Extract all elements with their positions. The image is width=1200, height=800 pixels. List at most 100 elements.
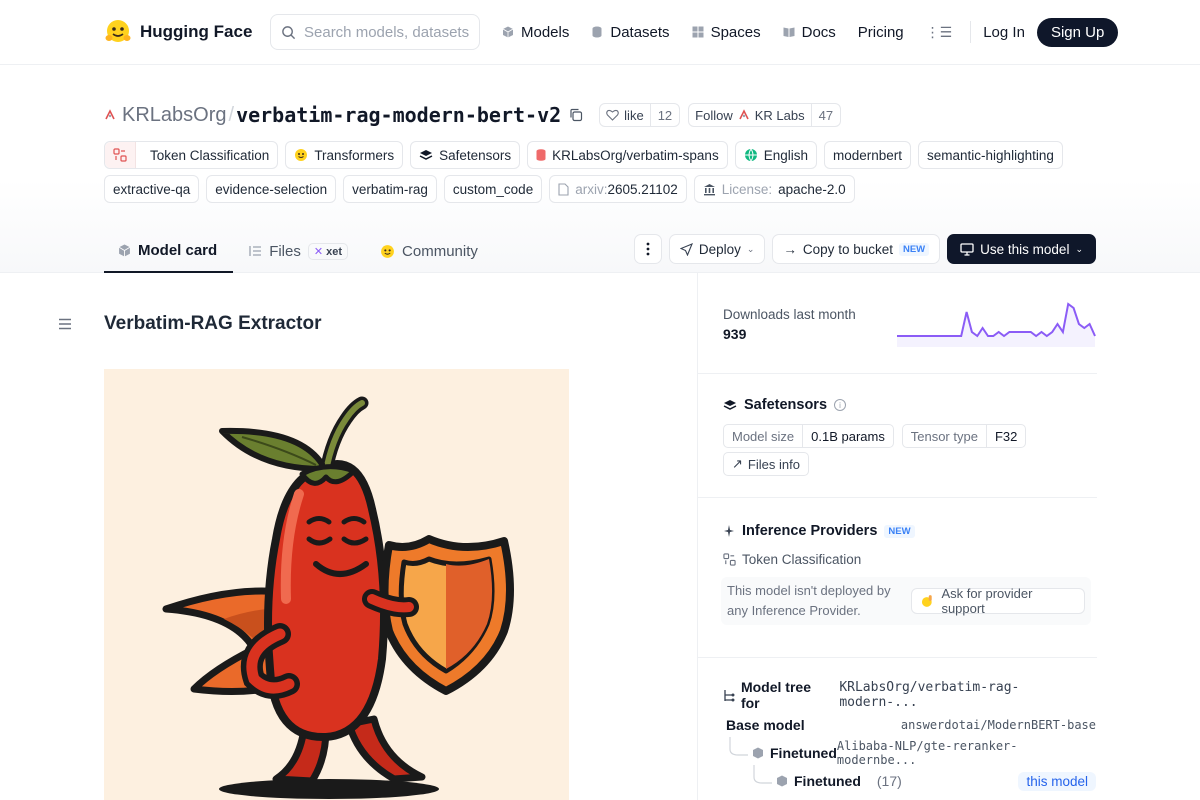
nav-docs[interactable]: Docs bbox=[783, 24, 836, 41]
org-avatar-icon bbox=[105, 109, 115, 120]
tab-model-card[interactable]: Model card bbox=[104, 229, 234, 273]
this-model-badge: this model bbox=[1018, 771, 1096, 791]
nav-pricing-label: Pricing bbox=[857, 23, 904, 41]
model-size-value: 0.1B params bbox=[811, 428, 885, 444]
tree-finetuned-1-value[interactable]: Alibaba-NLP/gte-reranker-modernbe... bbox=[837, 739, 1096, 767]
deploy-label: Deploy bbox=[698, 241, 741, 257]
tag-modernbert[interactable]: modernbert bbox=[823, 141, 912, 169]
model-tree-title: Model tree for bbox=[740, 679, 811, 711]
repo-title-row: KRLabsOrg / verbatim-rag-modern-bert-v2 … bbox=[104, 101, 849, 129]
sparkle-icon bbox=[724, 525, 734, 537]
top-navbar: Hugging Face Models Datasets Spaces Docs… bbox=[0, 0, 1200, 65]
use-this-model-button[interactable]: Use this model ⌄ bbox=[947, 234, 1096, 264]
follow-label: Follow bbox=[695, 107, 733, 123]
search-input[interactable] bbox=[304, 23, 469, 41]
nav-pricing[interactable]: Pricing bbox=[858, 24, 904, 41]
model-size-key: Model size bbox=[724, 425, 804, 447]
model-tree-section: Model tree for KRLabsOrg/verbatim-rag-mo… bbox=[723, 679, 1097, 711]
heart-icon bbox=[606, 109, 619, 121]
dataset-icon bbox=[536, 149, 546, 161]
table-of-contents-icon[interactable] bbox=[58, 318, 72, 330]
follow-org-name: KR Labs bbox=[754, 107, 805, 123]
model-tree-heading: Model tree for KRLabsOrg/verbatim-rag-mo… bbox=[723, 679, 1097, 711]
community-emoji-icon bbox=[381, 244, 394, 258]
brand-logo[interactable]: Hugging Face bbox=[104, 18, 252, 46]
copy-to-bucket-label: Copy to bucket bbox=[802, 241, 893, 257]
model-size-chip: Model size 0.1B params bbox=[723, 424, 894, 448]
tree-finetuned-2-heading: Finetuned (17) bbox=[776, 773, 902, 789]
tree-row-finetuned-2: Finetuned (17) this model bbox=[776, 770, 1096, 792]
tree-row-finetuned-1: Finetuned Alibaba-NLP/gte-reranker-moder… bbox=[752, 739, 1096, 767]
tag-verbatim-rag[interactable]: verbatim-rag bbox=[343, 175, 437, 203]
files-info-button[interactable]: ↗ Files info bbox=[723, 452, 809, 476]
copy-to-bucket-button[interactable]: → Copy to bucket NEW bbox=[772, 234, 941, 264]
tag-evidence-selection[interactable]: evidence-selection bbox=[206, 175, 337, 203]
xet-badge: ✕ xet bbox=[307, 242, 349, 260]
inference-note: This model isn't deployed by any Inferen… bbox=[727, 583, 891, 618]
safetensors-layers-icon bbox=[419, 150, 433, 160]
tree-base-value[interactable]: answerdotai/ModernBERT-base bbox=[901, 718, 1096, 732]
chili-mascot-image bbox=[104, 369, 569, 800]
repo-org-link[interactable]: KRLabsOrg bbox=[122, 104, 227, 127]
tag-transformers[interactable]: Transformers bbox=[285, 141, 404, 169]
login-link[interactable]: Log In bbox=[983, 24, 1025, 41]
safetensors-title: Safetensors bbox=[744, 397, 828, 413]
tree-finetuned-2-count[interactable]: (17) bbox=[877, 773, 902, 789]
section-divider bbox=[698, 657, 1097, 658]
tag-dataset[interactable]: KRLabsOrg/verbatim-spans bbox=[527, 141, 728, 169]
document-icon bbox=[558, 182, 569, 196]
follow-button[interactable]: Follow KR Labs 47 bbox=[688, 103, 842, 127]
models-cube-icon bbox=[502, 26, 514, 38]
tab-community[interactable]: Community bbox=[364, 229, 494, 273]
tag-safetensors[interactable]: Safetensors bbox=[410, 141, 521, 169]
info-icon[interactable]: i bbox=[834, 399, 847, 411]
model-tree-repo[interactable]: KRLabsOrg/verbatim-rag-modern-... bbox=[839, 680, 1097, 710]
tab-community-label: Community bbox=[402, 242, 478, 260]
inference-notice: This model isn't deployed by any Inferen… bbox=[721, 577, 1091, 625]
copy-icon[interactable] bbox=[569, 108, 583, 122]
deploy-button[interactable]: Deploy ⌄ bbox=[668, 234, 766, 264]
sparkline-area bbox=[897, 304, 1095, 347]
tag-extractive-qa[interactable]: extractive-qa bbox=[104, 175, 200, 203]
search-icon bbox=[282, 25, 296, 39]
tag-semantic-highlighting[interactable]: semantic-highlighting bbox=[918, 141, 1063, 169]
chevron-down-icon: ⌄ bbox=[746, 243, 755, 254]
nav-models[interactable]: Models bbox=[502, 24, 569, 41]
tag-token-classification[interactable]: Token Classification bbox=[104, 141, 279, 169]
repo-actions: Deploy ⌄ → Copy to bucket NEW Use this m… bbox=[633, 234, 1096, 264]
tree-finetuned-1-heading: Finetuned bbox=[752, 745, 837, 761]
org-avatar-icon bbox=[739, 109, 749, 120]
tag-language[interactable]: English bbox=[734, 141, 817, 169]
inference-providers-section: Inference Providers NEW Token Classifica… bbox=[721, 523, 1097, 625]
tag-label: Token Classification bbox=[150, 147, 270, 163]
xet-label: xet bbox=[326, 245, 343, 258]
signup-button[interactable]: Sign Up bbox=[1036, 17, 1119, 47]
like-button[interactable]: like 12 bbox=[599, 103, 681, 127]
datasets-icon bbox=[592, 26, 602, 38]
tag-license[interactable]: License: apache-2.0 bbox=[693, 175, 855, 203]
license-value: apache-2.0 bbox=[778, 181, 846, 197]
inference-title: Inference Providers bbox=[742, 523, 878, 539]
more-options-button[interactable] bbox=[633, 234, 662, 264]
docs-book-icon bbox=[783, 27, 795, 37]
transformers-icon bbox=[295, 149, 308, 161]
model-cube-icon bbox=[753, 747, 763, 759]
repo-name[interactable]: verbatim-rag-modern-bert-v2 bbox=[236, 103, 561, 127]
tree-icon bbox=[724, 689, 735, 701]
section-divider bbox=[698, 373, 1097, 374]
nav-spaces[interactable]: Spaces bbox=[692, 24, 761, 41]
bank-license-icon bbox=[703, 183, 715, 195]
nav-datasets[interactable]: Datasets bbox=[591, 24, 670, 41]
like-count: 12 bbox=[649, 104, 679, 126]
follow-count: 47 bbox=[810, 104, 840, 126]
raised-hand-emoji-icon bbox=[921, 595, 932, 607]
search-box[interactable] bbox=[270, 14, 480, 50]
token-classification-icon bbox=[723, 553, 736, 566]
tab-files[interactable]: Files ✕ xet bbox=[233, 229, 364, 273]
ask-provider-support-button[interactable]: Ask for provider support bbox=[910, 586, 1085, 616]
tag-custom-code[interactable]: custom_code bbox=[443, 175, 543, 203]
tree-finetuned-1-label: Finetuned bbox=[770, 745, 837, 761]
files-info-label: Files info bbox=[747, 456, 800, 472]
tag-arxiv[interactable]: arxiv: 2605.21102 bbox=[549, 175, 687, 203]
more-menu-icon[interactable]: ⋮☰ bbox=[926, 24, 953, 41]
